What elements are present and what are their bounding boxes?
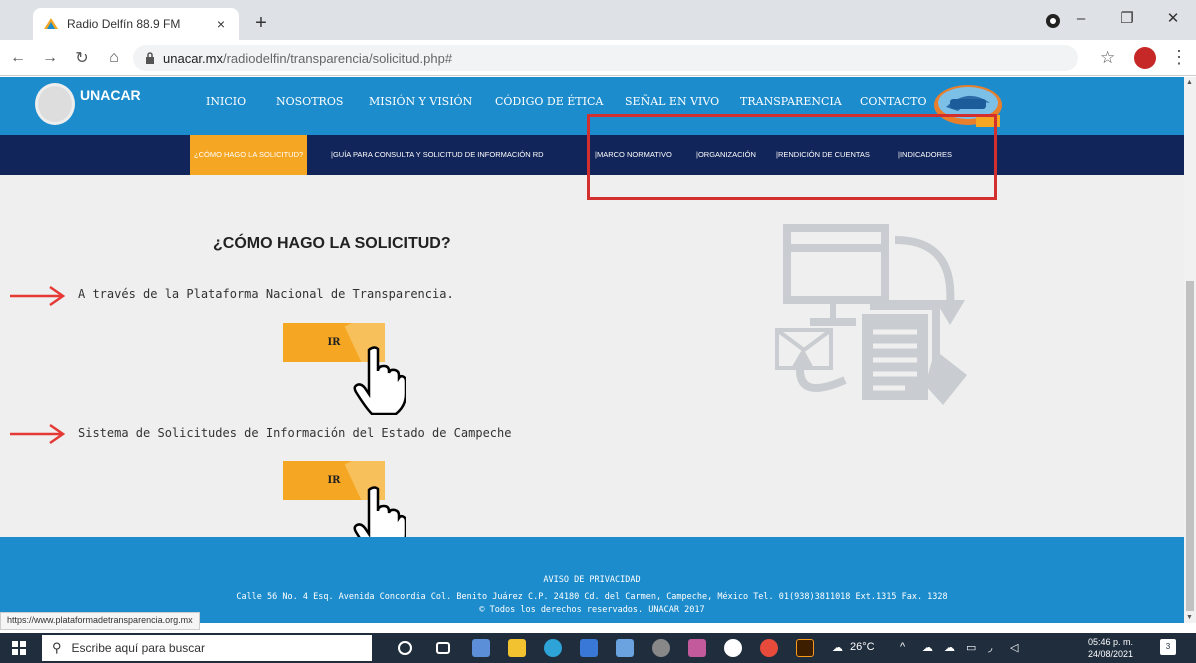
nav-inicio[interactable]: INICIO <box>206 95 246 108</box>
wifi-icon[interactable]: ◞ <box>988 641 992 654</box>
nav-mision-vision[interactable]: MISIÓN Y VISIÓN <box>369 95 472 108</box>
notification-center-icon[interactable]: 3 <box>1160 639 1176 655</box>
footer-address: Calle 56 No. 4 Esq. Avenida Concordia Co… <box>236 592 948 602</box>
hp-icon[interactable] <box>724 639 742 657</box>
tab-close-icon[interactable]: × <box>213 16 229 32</box>
back-icon[interactable]: ← <box>4 49 32 67</box>
clock-time: 05:46 p. m. <box>1088 637 1134 647</box>
nav-transparencia[interactable]: TRANSPARENCIA <box>740 95 842 108</box>
taskbar-search-box[interactable]: ⚲ Escribe aquí para buscar <box>42 635 372 661</box>
temperature-label[interactable]: 26°C <box>850 641 875 653</box>
illustrator-icon[interactable] <box>796 639 814 657</box>
windows-taskbar: ⚲ Escribe aquí para buscar ☁ 26°C ^ ☁ ☁ … <box>0 633 1196 663</box>
camera-icon[interactable] <box>652 639 670 657</box>
url-host: unacar.mx <box>163 50 223 66</box>
battery-icon[interactable]: ▭ <box>966 641 976 654</box>
chrome-icon[interactable] <box>760 639 778 657</box>
bookmark-star-icon[interactable]: ☆ <box>1100 48 1115 68</box>
search-placeholder: Escribe aquí para buscar <box>71 641 205 655</box>
task-view-icon[interactable] <box>436 642 450 654</box>
link-status-bar: https://www.plataformadetransparencia.or… <box>0 612 200 630</box>
url-text: unacar.mx/radiodelfin/transparencia/soli… <box>163 51 452 66</box>
search-icon: ⚲ <box>52 640 62 655</box>
ir-button-label: IR <box>327 337 341 348</box>
weather-icon[interactable]: ☁ <box>832 641 843 654</box>
privacy-notice-link[interactable]: AVISO DE PRIVACIDAD <box>0 575 1184 585</box>
scroll-down-icon[interactable]: ▼ <box>1186 614 1193 621</box>
edge-icon[interactable] <box>544 639 562 657</box>
nav-senal-en-vivo[interactable]: SEÑAL EN VIVO <box>625 95 719 108</box>
scroll-up-icon[interactable]: ▲ <box>1186 79 1193 86</box>
page-title: ¿CÓMO HAGO LA SOLICITUD? <box>213 235 451 252</box>
windows-start-icon[interactable] <box>12 641 26 655</box>
browser-tab-strip: Radio Delfín 88.9 FM × + – ❐ ✕ <box>0 0 1196 40</box>
window-controls: – ❐ ✕ <box>1058 0 1196 36</box>
site-footer: AVISO DE PRIVACIDAD Calle 56 No. 4 Esq. … <box>0 537 1184 623</box>
page-viewport: UNACAR INICIO NOSOTROS MISIÓN Y VISIÓN C… <box>0 77 1184 623</box>
red-highlight-annotation <box>587 114 997 200</box>
browser-menu-icon[interactable]: ⋮ <box>1170 47 1188 68</box>
browser-toolbar: ← → ↻ ⌂ unacar.mx/radiodelfin/transparen… <box>0 40 1196 76</box>
extension-icon[interactable] <box>1134 47 1156 69</box>
nav-contacto[interactable]: CONTACTO <box>860 95 927 108</box>
restore-icon[interactable]: ❐ <box>1104 9 1150 27</box>
notes-app-icon[interactable] <box>472 639 490 657</box>
red-arrow-annotation-icon <box>10 423 66 445</box>
subnav-guia-consulta[interactable]: |GUÍA PARA CONSULTA Y SOLICITUD DE INFOR… <box>331 135 544 175</box>
nav-nosotros[interactable]: NOSOTROS <box>276 95 343 108</box>
cortana-icon[interactable] <box>398 641 412 655</box>
nav-codigo-etica[interactable]: CÓDIGO DE ÉTICA <box>495 95 603 108</box>
new-tab-button[interactable]: + <box>249 12 273 36</box>
show-hidden-icons-icon[interactable]: ^ <box>900 641 905 653</box>
tab-title: Radio Delfín 88.9 FM <box>67 17 181 31</box>
unacar-seal-logo[interactable] <box>35 83 75 125</box>
option-sistema-campeche: Sistema de Solicitudes de Información de… <box>78 426 512 440</box>
volume-icon[interactable]: ◁ <box>1010 641 1018 654</box>
home-icon[interactable]: ⌂ <box>100 49 128 67</box>
hand-pointer-annotation-icon <box>353 346 406 415</box>
clock-date: 24/08/2021 <box>1088 649 1134 659</box>
ir-button-label: IR <box>327 475 341 486</box>
red-arrow-annotation-icon <box>10 285 66 307</box>
page-scrollbar[interactable]: ▲ ▼ <box>1184 77 1196 623</box>
option-plataforma-nacional: A través de la Plataforma Nacional de Tr… <box>78 287 454 301</box>
close-window-icon[interactable]: ✕ <box>1150 9 1196 27</box>
browser-tab[interactable]: Radio Delfín 88.9 FM × <box>33 8 239 40</box>
onedrive-icon[interactable]: ☁ <box>922 641 933 654</box>
store-icon[interactable] <box>580 639 598 657</box>
site-logo-text[interactable]: UNACAR <box>80 87 141 103</box>
subnav-como-hago-solicitud[interactable]: ¿CÓMO HAGO LA SOLICITUD? <box>190 135 308 175</box>
file-explorer-icon[interactable] <box>508 639 526 657</box>
reload-icon[interactable]: ↻ <box>68 48 96 68</box>
request-documents-illustration <box>775 224 967 405</box>
minimize-icon[interactable]: – <box>1058 10 1104 27</box>
address-bar[interactable]: unacar.mx/radiodelfin/transparencia/soli… <box>133 45 1078 71</box>
system-clock[interactable]: 05:46 p. m. 24/08/2021 <box>1088 636 1133 660</box>
forward-icon[interactable]: → <box>36 49 64 67</box>
lock-icon <box>146 52 154 64</box>
photos-icon[interactable] <box>688 639 706 657</box>
radio-favicon-icon <box>44 18 58 29</box>
onedrive-personal-icon[interactable]: ☁ <box>944 641 955 654</box>
mail-icon[interactable] <box>616 639 634 657</box>
url-path: /radiodelfin/transparencia/solicitud.php… <box>222 50 453 66</box>
scrollbar-thumb[interactable] <box>1186 281 1194 611</box>
